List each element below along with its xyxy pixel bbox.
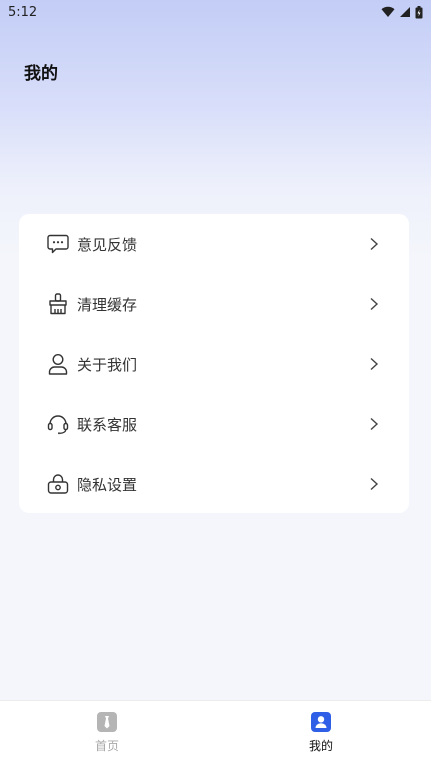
lock-icon [47, 473, 69, 495]
tab-mine[interactable]: 我的 [281, 701, 361, 764]
cellular-signal-icon [400, 7, 410, 17]
menu-item-about-us[interactable]: 关于我们 [19, 334, 409, 394]
chevron-right-icon [370, 357, 379, 371]
status-time: 5:12 [8, 4, 38, 20]
menu-card: 意见反馈 清理缓存 关于我们 联系客服 隐私设置 [19, 214, 409, 513]
chevron-right-icon [370, 237, 379, 251]
menu-label-customer-service: 联系客服 [77, 415, 138, 434]
bottom-nav: 首页 我的 [0, 700, 431, 764]
menu-item-feedback[interactable]: 意见反馈 [19, 214, 409, 274]
status-icons [381, 5, 423, 19]
status-bar: 5:12 [0, 0, 431, 24]
wifi-icon [381, 6, 395, 18]
profile-icon [311, 711, 331, 732]
headset-icon [47, 413, 69, 435]
menu-item-privacy-settings[interactable]: 隐私设置 [19, 454, 409, 514]
menu-item-clear-cache[interactable]: 清理缓存 [19, 274, 409, 334]
home-tie-icon [97, 711, 117, 732]
feedback-icon [47, 233, 69, 255]
menu-label-clear-cache: 清理缓存 [77, 295, 138, 314]
tab-mine-label: 我的 [308, 738, 333, 753]
person-icon [47, 353, 69, 375]
menu-item-customer-service[interactable]: 联系客服 [19, 394, 409, 454]
page-title: 我的 [24, 64, 58, 84]
chevron-right-icon [370, 477, 379, 491]
tab-home-label: 首页 [94, 738, 119, 753]
chevron-right-icon [370, 297, 379, 311]
menu-label-privacy-settings: 隐私设置 [77, 475, 138, 494]
broom-icon [47, 293, 69, 315]
menu-label-feedback: 意见反馈 [77, 235, 138, 254]
chevron-right-icon [370, 417, 379, 431]
menu-label-about-us: 关于我们 [77, 355, 138, 374]
battery-icon [415, 5, 423, 18]
tab-home[interactable]: 首页 [67, 701, 147, 764]
